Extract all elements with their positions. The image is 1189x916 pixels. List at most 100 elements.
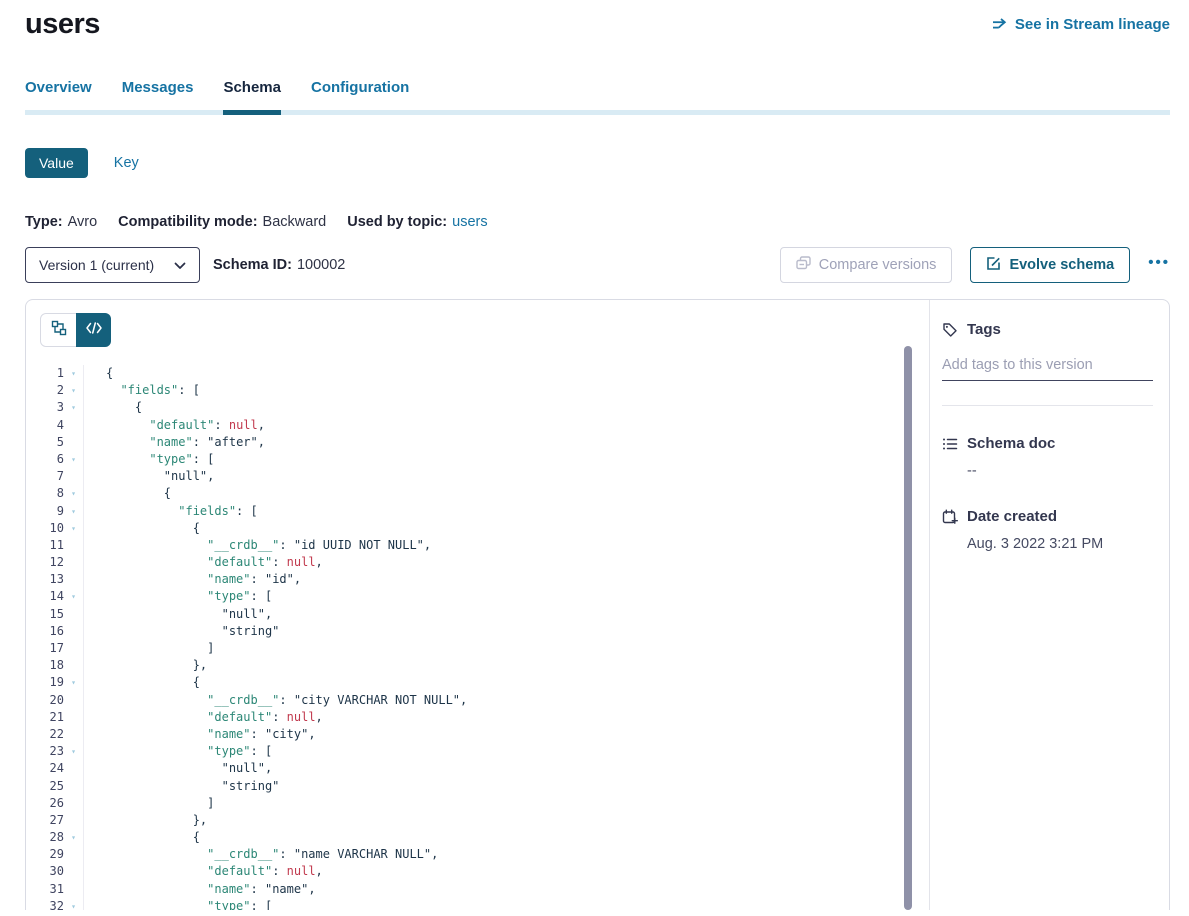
code-text: "type": [	[106, 743, 272, 760]
line-number: 24	[40, 760, 64, 777]
code-text: "default": null,	[106, 417, 265, 434]
fold-spacer	[64, 623, 84, 640]
code-text: "name": "city",	[106, 726, 316, 743]
code-line: 19▾ {	[26, 674, 929, 691]
code-line: 32▾ "type": [	[26, 898, 929, 910]
code-text: "fields": [	[106, 503, 258, 520]
fold-arrow-icon[interactable]: ▾	[64, 743, 84, 760]
fold-spacer	[64, 606, 84, 623]
code-text: "string"	[106, 778, 279, 795]
line-number: 8	[40, 485, 64, 502]
line-number: 30	[40, 863, 64, 880]
code-view-icon	[86, 321, 102, 339]
code-line: 26 ]	[26, 795, 929, 812]
fold-spacer	[64, 812, 84, 829]
page-header: users See in Stream lineage	[25, 0, 1170, 41]
chevron-down-icon	[174, 257, 186, 273]
schema-id: Schema ID:100002	[213, 257, 345, 273]
code-text: "name": "after",	[106, 434, 265, 451]
fold-arrow-icon[interactable]: ▾	[64, 485, 84, 502]
line-number: 1	[40, 365, 64, 382]
code-text: "null",	[106, 606, 272, 623]
version-selected-value: Version 1 (current)	[39, 257, 154, 273]
line-number: 15	[40, 606, 64, 623]
fold-arrow-icon[interactable]: ▾	[64, 520, 84, 537]
fold-arrow-icon[interactable]: ▾	[64, 365, 84, 382]
tabs-underline-track	[25, 110, 1170, 115]
line-number: 3	[40, 399, 64, 416]
schema-detail-panel: 1▾{2▾ "fields": [3▾ {4 "default": null,5…	[25, 299, 1170, 910]
fold-arrow-icon[interactable]: ▾	[64, 588, 84, 605]
fold-arrow-icon[interactable]: ▾	[64, 382, 84, 399]
code-line: 7 "null",	[26, 468, 929, 485]
line-number: 9	[40, 503, 64, 520]
fold-arrow-icon[interactable]: ▾	[64, 503, 84, 520]
topic-link[interactable]: users	[452, 214, 487, 230]
fold-arrow-icon[interactable]: ▾	[64, 674, 84, 691]
code-text: "type": [	[106, 588, 272, 605]
code-line: 28▾ {	[26, 829, 929, 846]
value-toggle-button[interactable]: Value	[25, 148, 88, 178]
line-number: 32	[40, 898, 64, 910]
list-icon	[942, 437, 958, 451]
date-created-section: Date created Aug. 3 2022 3:21 PM	[942, 508, 1153, 552]
evolve-schema-icon	[986, 256, 1001, 275]
line-number: 7	[40, 468, 64, 485]
fold-spacer	[64, 881, 84, 898]
editor-scrollbar[interactable]	[904, 346, 912, 910]
tree-view-button[interactable]	[41, 314, 76, 346]
code-view-button[interactable]	[76, 313, 111, 347]
schema-doc-heading: Schema doc	[967, 435, 1055, 452]
line-number: 10	[40, 520, 64, 537]
tab-overview[interactable]: Overview	[25, 79, 92, 96]
compare-versions-button[interactable]: Compare versions	[780, 247, 953, 283]
more-options-button[interactable]: •••	[1148, 255, 1170, 276]
fold-arrow-icon[interactable]: ▾	[64, 898, 84, 910]
code-text: "null",	[106, 468, 214, 485]
code-text: {	[106, 485, 171, 502]
compare-versions-label: Compare versions	[819, 257, 937, 273]
key-toggle-button[interactable]: Key	[114, 155, 139, 171]
schema-doc-section: Schema doc --	[942, 435, 1153, 479]
tabs: Overview Messages Schema Configuration	[25, 79, 1170, 110]
line-number: 31	[40, 881, 64, 898]
fold-arrow-icon[interactable]: ▾	[64, 399, 84, 416]
line-number: 28	[40, 829, 64, 846]
line-number: 20	[40, 692, 64, 709]
compatibility-mode: Compatibility mode:Backward	[118, 214, 326, 230]
code-line: 6▾ "type": [	[26, 451, 929, 468]
code-text: "default": null,	[106, 863, 323, 880]
line-number: 19	[40, 674, 64, 691]
fold-arrow-icon[interactable]: ▾	[64, 451, 84, 468]
schema-page: users See in Stream lineage Overview Mess…	[0, 0, 1189, 916]
line-number: 16	[40, 623, 64, 640]
compare-versions-icon	[796, 256, 811, 274]
evolve-schema-button[interactable]: Evolve schema	[970, 247, 1130, 283]
line-number: 25	[40, 778, 64, 795]
code-text: "default": null,	[106, 554, 323, 571]
sidebar-divider	[942, 405, 1153, 406]
line-number: 12	[40, 554, 64, 571]
value-key-toggle: Value Key	[25, 148, 1170, 178]
code-line: 13 "name": "id",	[26, 571, 929, 588]
tags-section: Tags	[942, 321, 1153, 406]
tab-messages[interactable]: Messages	[122, 79, 194, 96]
tab-configuration[interactable]: Configuration	[311, 79, 409, 96]
schema-doc-value: --	[967, 463, 1153, 479]
type-value: Avro	[68, 214, 98, 230]
stream-lineage-icon	[992, 18, 1008, 31]
code-line: 16 "string"	[26, 623, 929, 640]
fold-arrow-icon[interactable]: ▾	[64, 829, 84, 846]
code-line: 8▾ {	[26, 485, 929, 502]
fold-spacer	[64, 537, 84, 554]
line-number: 17	[40, 640, 64, 657]
code-text: },	[106, 812, 207, 829]
tab-schema[interactable]: Schema	[223, 79, 281, 96]
code-text: "name": "id",	[106, 571, 301, 588]
code-line: 2▾ "fields": [	[26, 382, 929, 399]
add-tags-input[interactable]	[942, 357, 1153, 381]
code-line: 20 "__crdb__": "city VARCHAR NOT NULL",	[26, 692, 929, 709]
stream-lineage-link[interactable]: See in Stream lineage	[992, 16, 1170, 33]
version-select[interactable]: Version 1 (current)	[25, 247, 200, 283]
fold-spacer	[64, 554, 84, 571]
